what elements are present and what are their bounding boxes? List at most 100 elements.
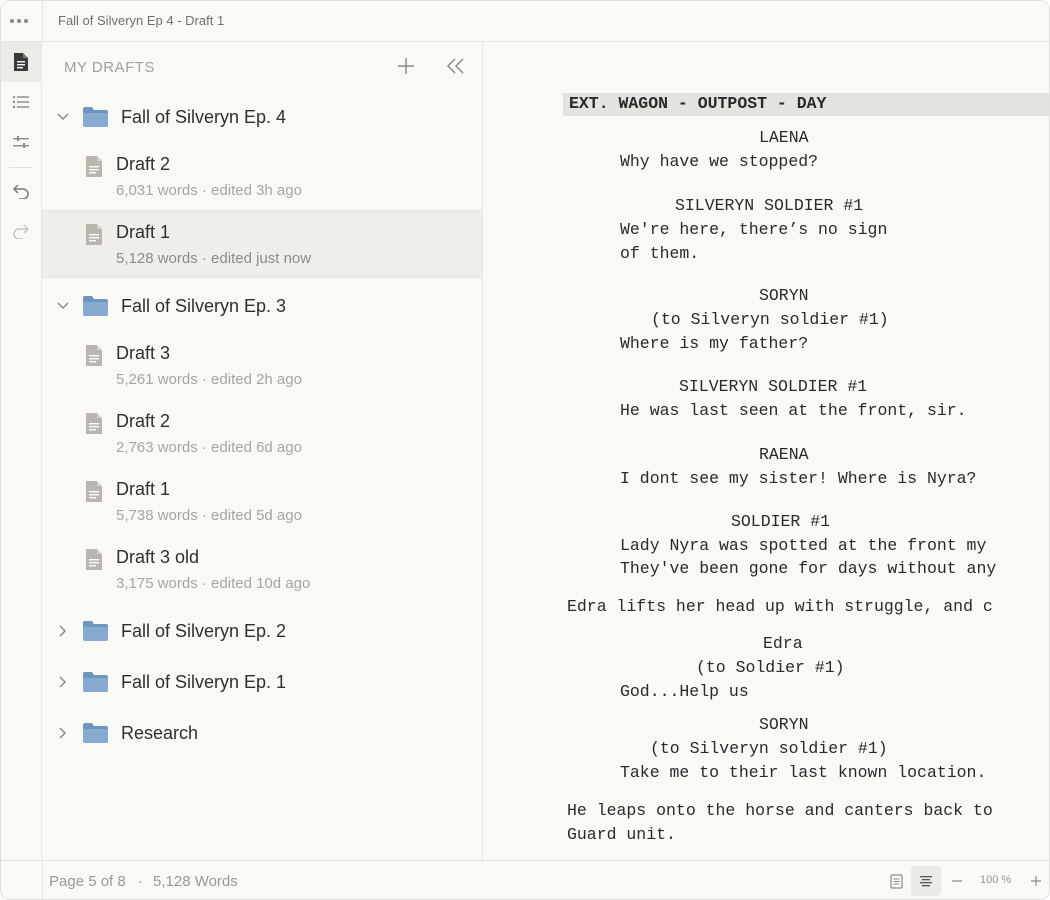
file-icon bbox=[86, 345, 102, 366]
dialogue-line[interactable]: Lady Nyra was spotted at the front my bbox=[620, 536, 986, 556]
list-icon bbox=[12, 95, 29, 109]
draft-item[interactable]: Draft 3 old 3,175 words · edited 10d ago bbox=[42, 536, 482, 604]
character-name[interactable]: SILVERYN SOLDIER #1 bbox=[675, 196, 863, 216]
divider bbox=[42, 861, 43, 899]
page-view-button[interactable] bbox=[881, 866, 911, 896]
focus-view-button[interactable] bbox=[911, 866, 941, 896]
dialogue-line[interactable]: We're here, there’s no sign bbox=[620, 220, 887, 240]
action-line[interactable]: He leaps onto the horse and canters back… bbox=[567, 801, 993, 821]
folder-row[interactable]: Fall of Silveryn Ep. 1 bbox=[42, 662, 482, 702]
word-count: 5,128 Words bbox=[153, 873, 238, 890]
draft-item[interactable]: Draft 2 6,031 words · edited 3h ago bbox=[42, 143, 482, 211]
window-title: Fall of Silveryn Ep 4 - Draft 1 bbox=[58, 13, 225, 28]
draft-meta: 3,175 words · edited 10d ago bbox=[116, 575, 311, 592]
folder-name: Fall of Silveryn Ep. 4 bbox=[121, 107, 287, 127]
parenthetical[interactable]: (to Soldier #1) bbox=[696, 658, 845, 678]
draft-name: Draft 1 bbox=[116, 479, 171, 499]
undo-button[interactable] bbox=[1, 171, 41, 211]
file-icon bbox=[86, 413, 102, 434]
minus-icon bbox=[952, 880, 962, 882]
script-editor[interactable]: EXT. WAGON - OUTPOST - DAY LAENA Why hav… bbox=[483, 42, 1049, 860]
scene-heading[interactable]: EXT. WAGON - OUTPOST - DAY bbox=[563, 93, 1049, 116]
documents-button[interactable] bbox=[1, 42, 41, 82]
sidebar-title: MY DRAFTS bbox=[64, 59, 155, 76]
double-chevron-left-icon bbox=[446, 58, 464, 74]
action-line[interactable]: Guard unit. bbox=[567, 825, 676, 845]
folder-name: Research bbox=[121, 723, 199, 743]
chevron-down-icon[interactable] bbox=[55, 298, 71, 314]
draft-name: Draft 2 bbox=[116, 411, 171, 431]
app-window: Fall of Silveryn Ep 4 - Draft 1 MY DRAFT… bbox=[0, 0, 1050, 900]
redo-button[interactable] bbox=[1, 211, 41, 251]
draft-meta: 5,738 words · edited 5d ago bbox=[116, 507, 302, 524]
draft-meta: 5,261 words · edited 2h ago bbox=[116, 371, 302, 388]
drafts-sidebar: MY DRAFTS Fall of Silveryn Ep. 4 Draft 2… bbox=[42, 42, 483, 860]
draft-item[interactable]: Draft 3 5,261 words · edited 2h ago bbox=[42, 332, 482, 400]
character-name[interactable]: SOLDIER #1 bbox=[731, 512, 830, 532]
more-dots-icon[interactable] bbox=[10, 13, 32, 29]
draft-item[interactable]: Draft 1 5,738 words · edited 5d ago bbox=[42, 468, 482, 536]
plus-icon bbox=[1031, 876, 1041, 886]
chevron-right-icon[interactable] bbox=[55, 623, 71, 639]
character-name[interactable]: RAENA bbox=[759, 445, 809, 465]
sliders-icon bbox=[13, 136, 29, 148]
draft-meta: 6,031 words · edited 3h ago bbox=[116, 182, 302, 199]
parenthetical[interactable]: (to Silveryn soldier #1) bbox=[651, 310, 889, 330]
dialogue-line[interactable]: of them. bbox=[620, 244, 699, 264]
outline-button[interactable] bbox=[1, 82, 41, 122]
folder-name: Fall of Silveryn Ep. 3 bbox=[121, 296, 287, 316]
chevron-right-icon[interactable] bbox=[55, 674, 71, 690]
plus-icon bbox=[398, 58, 414, 74]
dialogue-line[interactable]: I dont see my sister! Where is Nyra? bbox=[620, 469, 976, 489]
dialogue-line[interactable]: Take me to their last known location. bbox=[620, 763, 986, 783]
folder-icon bbox=[83, 296, 108, 316]
folder-row[interactable]: Fall of Silveryn Ep. 3 bbox=[42, 286, 482, 326]
settings-button[interactable] bbox=[1, 122, 41, 162]
undo-icon bbox=[12, 184, 29, 199]
dialogue-line[interactable]: Where is my father? bbox=[620, 334, 808, 354]
character-name[interactable]: SORYN bbox=[759, 715, 809, 735]
status-bar: Page 5 of 8 · 5,128 Words 100 % bbox=[1, 860, 1049, 899]
draft-name: Draft 3 old bbox=[116, 547, 200, 567]
file-icon bbox=[86, 549, 102, 570]
dialogue-line[interactable]: God...Help us bbox=[620, 682, 749, 702]
page-indicator: Page 5 of 8 bbox=[49, 873, 126, 890]
draft-item[interactable]: Draft 2 2,763 words · edited 6d ago bbox=[42, 400, 482, 468]
title-bar: Fall of Silveryn Ep 4 - Draft 1 bbox=[1, 1, 1049, 42]
chevron-down-icon[interactable] bbox=[55, 109, 71, 125]
action-line[interactable]: Edra lifts her head up with struggle, an… bbox=[567, 597, 993, 617]
collapse-sidebar-button[interactable] bbox=[444, 54, 468, 78]
character-name[interactable]: LAENA bbox=[759, 128, 809, 148]
dialogue-line[interactable]: Why have we stopped? bbox=[620, 152, 818, 172]
draft-meta: 5,128 words · edited just now bbox=[116, 250, 312, 267]
dialogue-line[interactable]: They've been gone for days without any bbox=[620, 559, 996, 579]
folder-row[interactable]: Research bbox=[42, 713, 482, 753]
character-name[interactable]: SORYN bbox=[759, 286, 809, 306]
parenthetical[interactable]: (to Silveryn soldier #1) bbox=[650, 739, 888, 759]
document-icon bbox=[14, 53, 28, 71]
add-draft-button[interactable] bbox=[394, 54, 418, 78]
page-view-icon bbox=[889, 873, 903, 889]
draft-name: Draft 1 bbox=[116, 222, 171, 242]
rail-divider bbox=[9, 167, 33, 168]
character-name[interactable]: SILVERYN SOLDIER #1 bbox=[679, 377, 867, 397]
redo-icon bbox=[13, 224, 30, 239]
status-separator: · bbox=[138, 873, 143, 890]
dialogue-line[interactable]: He was last seen at the front, sir. bbox=[620, 401, 967, 421]
icon-rail bbox=[1, 42, 42, 860]
zoom-out-button[interactable] bbox=[942, 866, 972, 896]
draft-name: Draft 2 bbox=[116, 154, 171, 174]
draft-name: Draft 3 bbox=[116, 343, 171, 363]
folder-name: Fall of Silveryn Ep. 1 bbox=[121, 672, 287, 692]
file-icon bbox=[86, 481, 102, 502]
folder-row[interactable]: Fall of Silveryn Ep. 2 bbox=[42, 611, 482, 651]
draft-item-selected[interactable]: Draft 1 5,128 words · edited just now bbox=[42, 210, 482, 278]
character-name[interactable]: Edra bbox=[763, 634, 803, 654]
folder-icon bbox=[83, 672, 108, 692]
folder-row[interactable]: Fall of Silveryn Ep. 4 bbox=[42, 97, 482, 137]
folder-icon bbox=[83, 107, 108, 127]
folder-name: Fall of Silveryn Ep. 2 bbox=[121, 621, 287, 641]
zoom-in-button[interactable] bbox=[1021, 866, 1049, 896]
align-center-icon bbox=[920, 876, 932, 887]
chevron-right-icon[interactable] bbox=[55, 725, 71, 741]
